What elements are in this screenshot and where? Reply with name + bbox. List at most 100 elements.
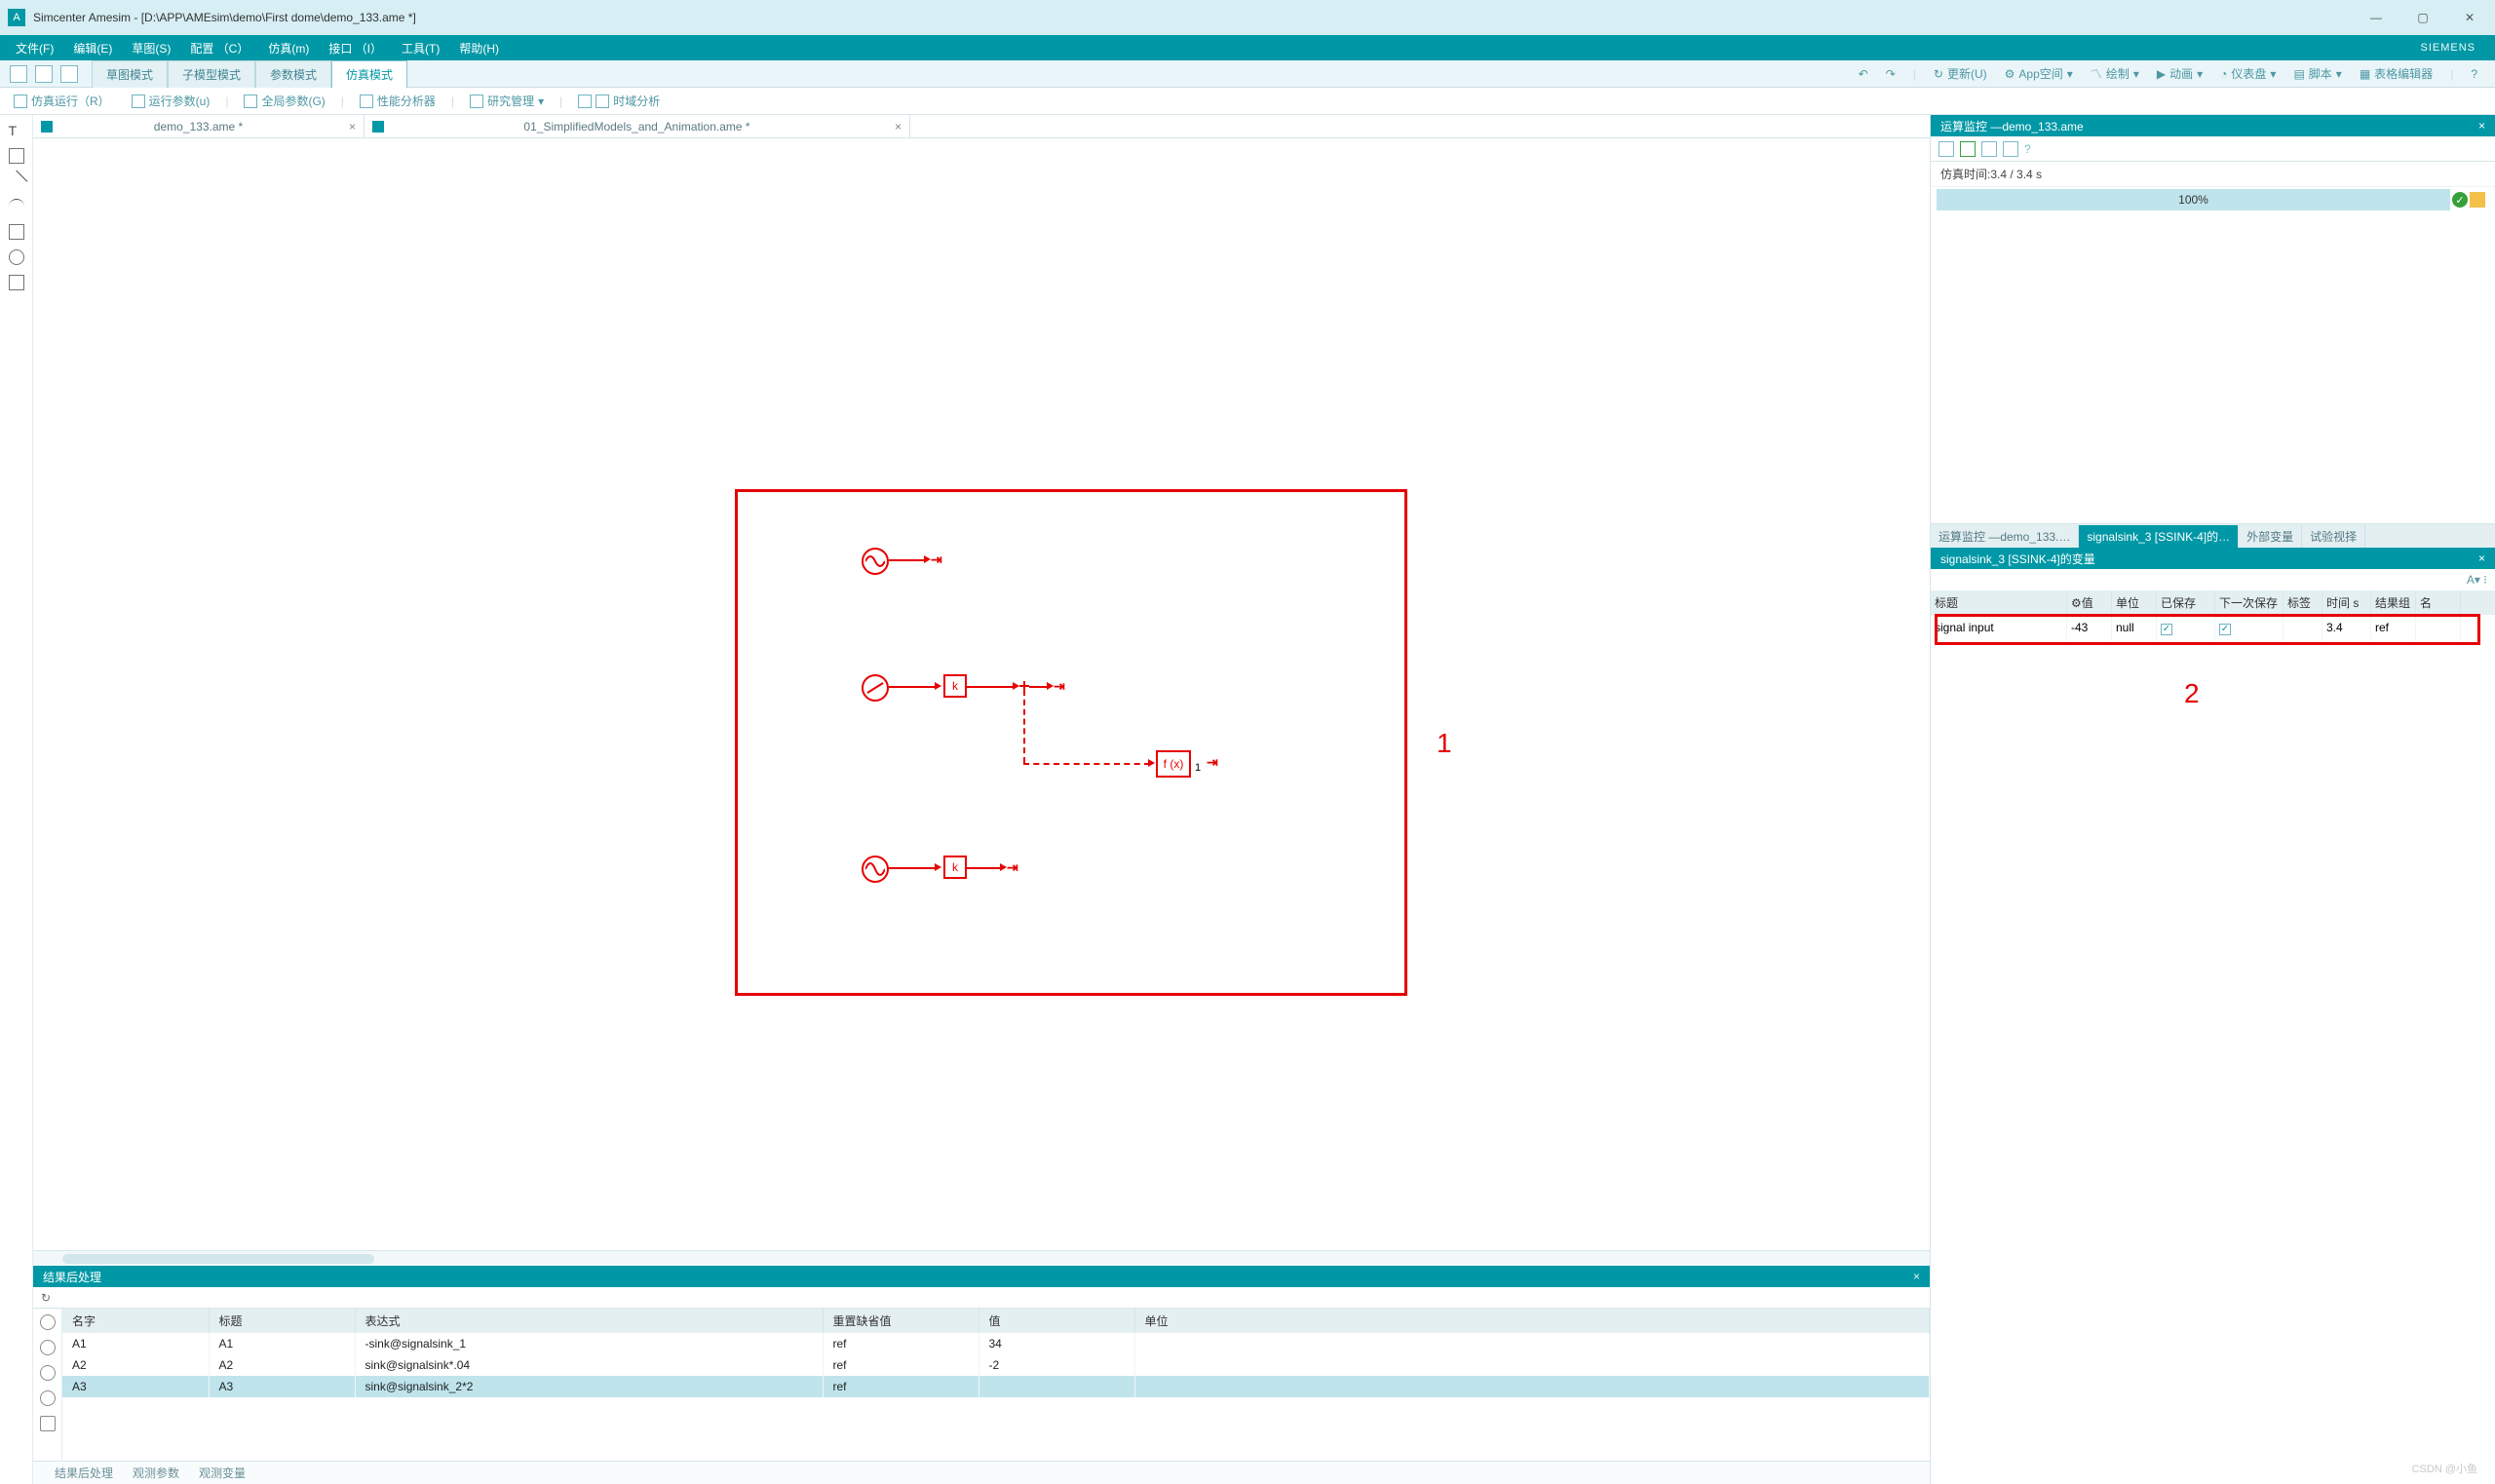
annotation-1: 1 xyxy=(1437,728,1452,759)
mon-tab-external[interactable]: 外部变量 xyxy=(2239,525,2302,548)
close-panel-icon[interactable]: × xyxy=(2478,119,2485,133)
source-sin-2[interactable] xyxy=(862,856,889,883)
status-ok-icon: ✓ xyxy=(2452,192,2468,208)
junction-node[interactable] xyxy=(1019,680,1029,690)
source-ramp[interactable] xyxy=(862,674,889,702)
sim-toolbar: 仿真运行（R） 运行参数(u) | 全局参数(G) | 性能分析器 | 研究管理… xyxy=(0,88,2495,115)
curve-tool-icon[interactable] xyxy=(9,199,24,214)
tab-watch-params[interactable]: 观测参数 xyxy=(125,1462,187,1484)
source-sin-1[interactable] xyxy=(862,548,889,575)
search-icon[interactable] xyxy=(40,1314,56,1330)
settings-icon[interactable] xyxy=(2003,141,2018,157)
plot-button[interactable]: 〽 绘制 ▾ xyxy=(2091,65,2139,82)
time-analysis-button[interactable]: 时域分析 xyxy=(572,91,666,111)
variables-panel-header: signalsink_3 [SSINK-4]的变量× xyxy=(1931,548,2495,569)
perf-analyzer-button[interactable]: 性能分析器 xyxy=(354,91,441,111)
monitor-tabs: 运算监控 —demo_133.… signalsink_3 [SSINK-4]的… xyxy=(1931,524,2495,548)
gain-k-1[interactable]: k xyxy=(943,674,967,698)
group-tool-icon[interactable] xyxy=(9,275,24,290)
ellipse-tool-icon[interactable] xyxy=(9,249,24,265)
file-tabs: demo_133.ame * × 01_SimplifiedModels_and… xyxy=(33,115,1930,138)
image-tool-icon[interactable] xyxy=(9,148,24,164)
draw-tool-strip: T xyxy=(0,115,33,1484)
results-zoom-strip xyxy=(33,1309,62,1461)
save-icon[interactable] xyxy=(60,65,78,83)
file-tab-simplified[interactable]: 01_SimplifiedModels_and_Animation.ame * … xyxy=(365,115,910,137)
pause-icon[interactable] xyxy=(1981,141,1997,157)
tab-submodel-mode[interactable]: 子模型模式 xyxy=(168,60,255,88)
saved-checkbox[interactable]: ✓ xyxy=(2161,624,2172,635)
sketch-canvas[interactable]: 1 ⇥ k ⇥ xyxy=(33,138,1930,1250)
next-save-checkbox[interactable]: ✓ xyxy=(2219,624,2231,635)
undo-button[interactable]: ↶ xyxy=(1859,67,1868,81)
tableedit-button[interactable]: ▦ 表格编辑器 xyxy=(2360,65,2433,82)
text-tool-icon[interactable]: T xyxy=(9,123,24,138)
close-tab-icon[interactable]: × xyxy=(349,120,356,133)
menu-sim[interactable]: 仿真(m) xyxy=(258,36,319,60)
tab-sketch-mode[interactable]: 草图模式 xyxy=(92,60,168,88)
function-fx[interactable]: f (x) xyxy=(1156,750,1191,778)
script-button[interactable]: ▤ 脚本 ▾ xyxy=(2293,65,2341,82)
variable-row[interactable]: signal input -43 null ✓ ✓ 3.4 ref xyxy=(1931,615,2495,641)
menu-interface[interactable]: 接口 （I） xyxy=(319,36,392,60)
rect-tool-icon[interactable] xyxy=(9,224,24,240)
stop-icon[interactable] xyxy=(1938,141,1954,157)
menu-sketch[interactable]: 草图(S) xyxy=(122,36,180,60)
file-tab-demo133[interactable]: demo_133.ame * × xyxy=(33,115,365,137)
mon-tab-signalsink[interactable]: signalsink_3 [SSINK-4]的… xyxy=(2079,525,2239,548)
results-refresh-icon[interactable]: ↻ xyxy=(41,1291,51,1305)
menu-tools[interactable]: 工具(T) xyxy=(392,36,449,60)
line-tool-icon[interactable] xyxy=(5,171,27,193)
results-row[interactable]: A2A2sink@signalsink*.04ref-2 xyxy=(62,1354,1930,1376)
run-params-button[interactable]: 运行参数(u) xyxy=(126,91,216,111)
mon-tab-exp[interactable]: 试验视择 xyxy=(2302,525,2365,548)
maximize-button[interactable]: ▢ xyxy=(2413,8,2433,27)
tab-sim-mode[interactable]: 仿真模式 xyxy=(331,60,407,88)
play-icon[interactable] xyxy=(1960,141,1976,157)
tab-param-mode[interactable]: 参数模式 xyxy=(255,60,331,88)
close-panel-icon[interactable]: × xyxy=(1913,1270,1920,1283)
monitor-panel-header: 运算监控 —demo_133.ame× xyxy=(1931,115,2495,136)
filter-icon[interactable]: A▾ ⁝ xyxy=(2467,573,2487,587)
zoom-fit-icon[interactable] xyxy=(40,1390,56,1406)
gear-icon[interactable]: ⚙ xyxy=(2071,596,2082,610)
tab-watch-vars[interactable]: 观测变量 xyxy=(191,1462,253,1484)
sink-2[interactable]: ⇥ xyxy=(1054,678,1065,695)
new-icon[interactable] xyxy=(10,65,27,83)
help-icon[interactable]: ? xyxy=(2024,142,2031,156)
results-row[interactable]: A1A1-sink@signalsink_1ref34 xyxy=(62,1333,1930,1354)
minimize-button[interactable]: — xyxy=(2366,8,2386,27)
close-tab-icon[interactable]: × xyxy=(895,120,902,133)
sink-3[interactable]: ⇥ xyxy=(1007,859,1018,876)
global-params-button[interactable]: 全局参数(G) xyxy=(238,91,330,111)
redo-button[interactable]: ↷ xyxy=(1886,67,1896,81)
close-panel-icon[interactable]: × xyxy=(2478,552,2485,565)
gauge-button[interactable]: ◔ 仪表盘 ▾ xyxy=(2220,65,2276,82)
tab-results[interactable]: 结果后处理 xyxy=(47,1462,121,1484)
sim-time-row: 仿真时间:3.4 / 3.4 s xyxy=(1931,162,2495,187)
sim-run-button[interactable]: 仿真运行（R） xyxy=(8,91,116,111)
menu-config[interactable]: 配置 （C） xyxy=(180,36,258,60)
help-icon[interactable]: ? xyxy=(2471,67,2477,81)
variables-table[interactable]: 标题 ⚙值 单位 已保存 下一次保存 标签 时间 s 结果组 名 signal … xyxy=(1931,590,2495,1484)
sink-1[interactable]: ⇥ xyxy=(931,552,942,568)
canvas-h-scrollbar[interactable] xyxy=(33,1250,1930,1266)
gain-k-2[interactable]: k xyxy=(943,856,967,879)
study-mgr-button[interactable]: 研究管理 ▾ xyxy=(464,91,550,111)
mon-tab-monitor[interactable]: 运算监控 —demo_133.… xyxy=(1931,525,2079,548)
export-icon[interactable] xyxy=(40,1416,56,1431)
results-table[interactable]: 名字 标题 表达式 重置缺省值 值 单位 A1A1-sink@signalsin… xyxy=(62,1309,1930,1461)
zoom-in-icon[interactable] xyxy=(40,1340,56,1355)
close-button[interactable]: ✕ xyxy=(2460,8,2479,27)
sink-fx[interactable]: ⇥ xyxy=(1207,754,1218,771)
results-row[interactable]: A3A3sink@signalsink_2*2ref xyxy=(62,1376,1930,1397)
variables-toolbar: A▾ ⁝ xyxy=(1931,569,2495,590)
menu-file[interactable]: 文件(F) xyxy=(6,36,63,60)
appspace-button[interactable]: ⚙ App空间 ▾ xyxy=(2005,65,2073,82)
menu-help[interactable]: 帮助(H) xyxy=(449,36,509,60)
menu-edit[interactable]: 编辑(E) xyxy=(63,36,122,60)
open-icon[interactable] xyxy=(35,65,53,83)
zoom-out-icon[interactable] xyxy=(40,1365,56,1381)
update-button[interactable]: ↻ 更新(U) xyxy=(1934,65,1987,82)
anim-button[interactable]: ▶ 动画 ▾ xyxy=(2157,65,2203,82)
